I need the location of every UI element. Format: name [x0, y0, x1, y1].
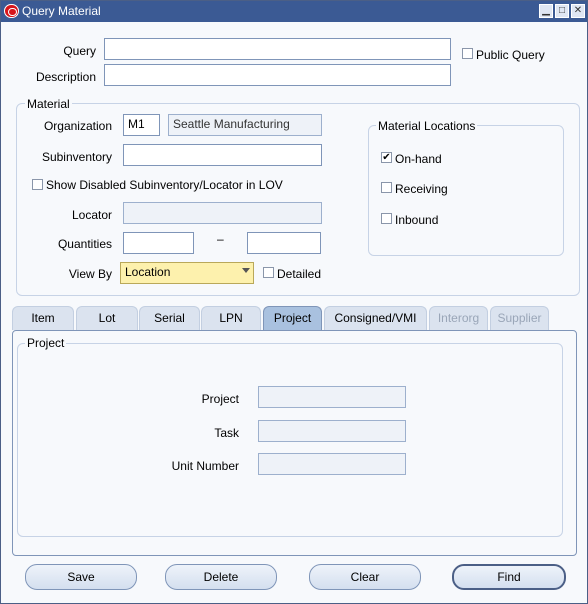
tab-project[interactable]: Project: [263, 306, 322, 330]
show-disabled-label: Show Disabled Subinventory/Locator in LO…: [46, 178, 283, 192]
clear-button[interactable]: Clear: [309, 564, 421, 590]
close-icon[interactable]: ✕: [571, 4, 585, 18]
inbound-label: Inbound: [395, 213, 439, 227]
public-query-label: Public Query: [476, 48, 545, 62]
tab-lpn[interactable]: LPN: [201, 306, 261, 330]
minimize-icon[interactable]: ▁: [539, 4, 553, 18]
tab-interorg: Interorg: [429, 306, 488, 330]
query-label: Query: [63, 44, 96, 58]
unit-number-field: [258, 453, 406, 475]
task-label: Task: [214, 426, 239, 440]
organization-name-field: Seattle Manufacturing: [168, 114, 322, 136]
save-button[interactable]: Save: [25, 564, 137, 590]
onhand-checkbox[interactable]: ✔: [381, 152, 392, 163]
quantities-label: Quantities: [57, 237, 112, 251]
locator-field: [123, 202, 322, 224]
receiving-label: Receiving: [395, 182, 448, 196]
quantity-from-input[interactable]: [123, 232, 194, 254]
quantity-to-input[interactable]: [247, 232, 321, 254]
project-field: [258, 386, 406, 408]
material-group-title: Material: [25, 97, 72, 111]
subinventory-input[interactable]: [123, 144, 322, 166]
subinventory-label: Subinventory: [41, 150, 112, 164]
view-by-label: View By: [68, 267, 112, 281]
onhand-label: On-hand: [395, 152, 442, 166]
organization-code-field[interactable]: M1: [123, 114, 160, 136]
organization-label: Organization: [43, 119, 112, 133]
query-input[interactable]: [104, 38, 451, 60]
unit-number-label: Unit Number: [171, 459, 239, 473]
show-disabled-checkbox[interactable]: [32, 179, 43, 190]
public-query-checkbox[interactable]: [462, 48, 473, 59]
tab-item[interactable]: Item: [12, 306, 74, 330]
description-input[interactable]: [104, 64, 451, 86]
oracle-logo-icon: [4, 4, 19, 18]
title-bar: Query Material ▁ □ ✕: [1, 1, 587, 22]
tab-serial[interactable]: Serial: [139, 306, 200, 330]
window-title: Query Material: [22, 4, 101, 18]
tab-supplier: Supplier: [490, 306, 549, 330]
description-label: Description: [35, 70, 96, 84]
tab-lot[interactable]: Lot: [76, 306, 138, 330]
material-locations-title: Material Locations: [376, 119, 478, 133]
view-by-value: Location: [125, 265, 171, 279]
project-group-title: Project: [25, 336, 67, 350]
task-field: [258, 420, 406, 442]
project-label: Project: [201, 392, 239, 406]
chevron-down-icon[interactable]: [242, 268, 250, 273]
view-by-select[interactable]: Location: [120, 262, 254, 284]
locator-label: Locator: [71, 208, 112, 222]
quantities-separator: –: [217, 232, 224, 246]
delete-button[interactable]: Delete: [165, 564, 277, 590]
tab-consigned-vmi[interactable]: Consigned/VMI: [324, 306, 427, 330]
detailed-label: Detailed: [277, 267, 322, 281]
query-material-window: Query Material ▁ □ ✕ Query Public Query …: [0, 0, 588, 604]
find-button[interactable]: Find: [452, 564, 566, 590]
maximize-icon[interactable]: □: [555, 4, 569, 18]
receiving-checkbox[interactable]: [381, 182, 392, 193]
inbound-checkbox[interactable]: [381, 213, 392, 224]
detailed-checkbox[interactable]: [263, 267, 274, 278]
